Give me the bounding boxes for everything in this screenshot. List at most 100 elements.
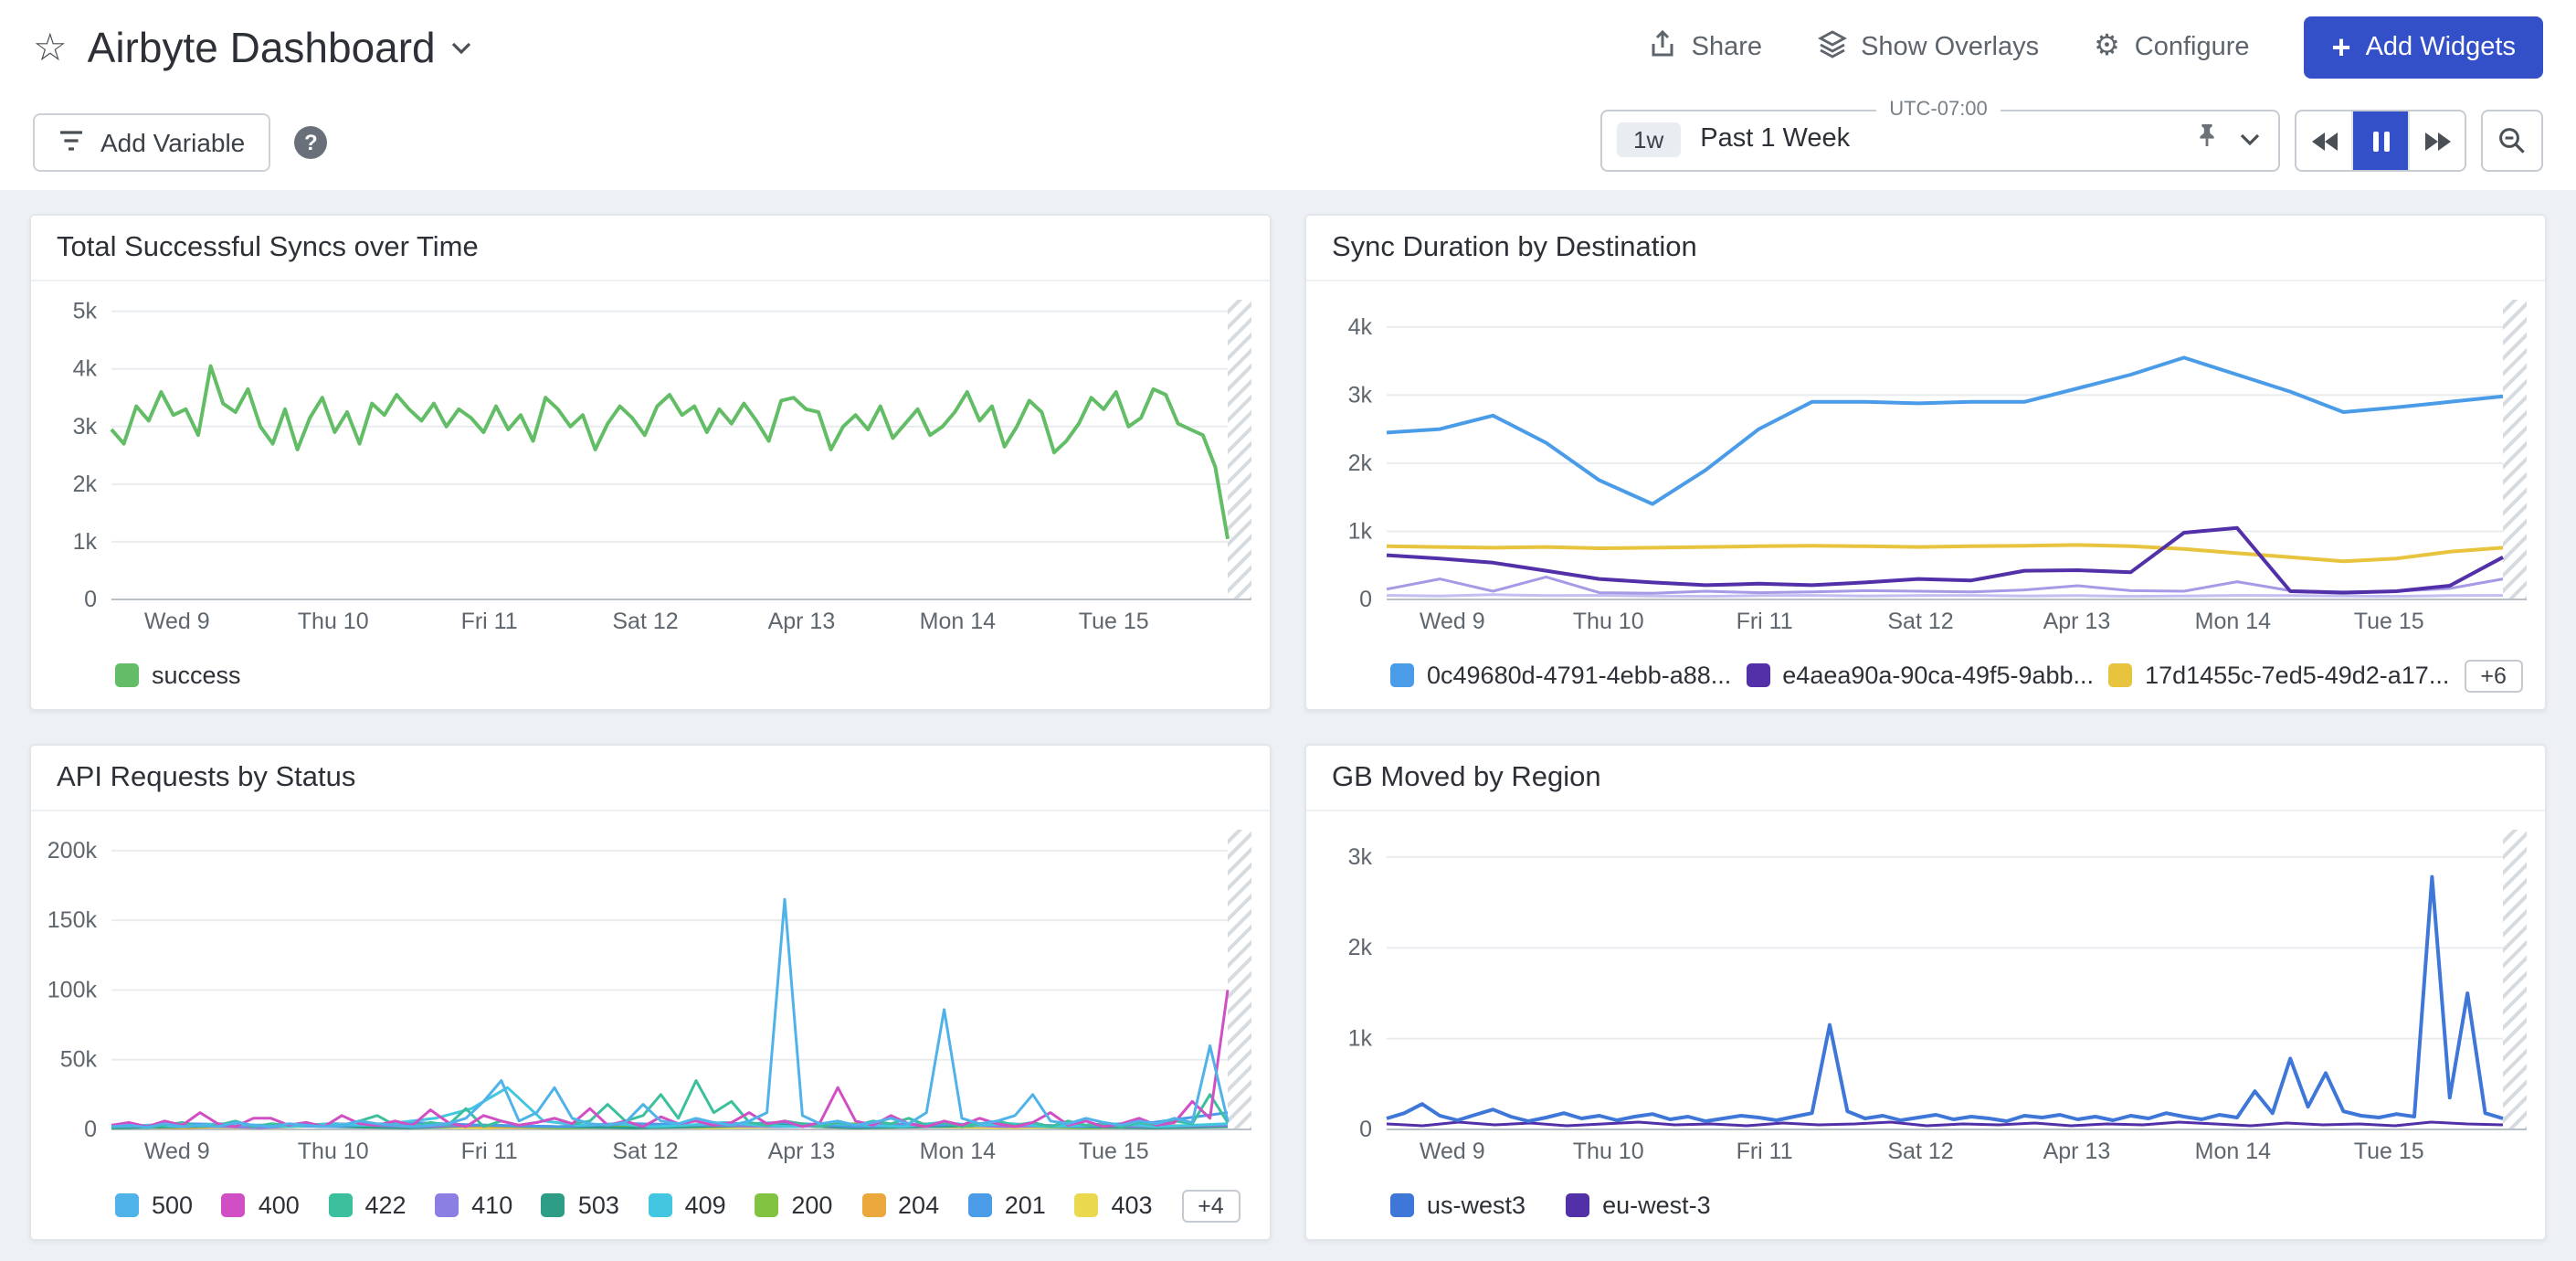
legend-swatch [1390,663,1414,687]
svg-text:Fri 11: Fri 11 [461,1139,518,1164]
header-actions: Share Show Overlays ⚙ Configure + Add Wi… [1648,16,2543,79]
show-overlays-label: Show Overlays [1861,33,2039,62]
legend-label: 400 [259,1192,300,1219]
legend-item[interactable]: 503 [542,1192,619,1219]
svg-text:3k: 3k [73,414,98,440]
legend-label: 409 [685,1192,726,1219]
legend-item[interactable]: 410 [435,1192,512,1219]
time-forward-button[interactable] [2408,111,2465,170]
pause-button[interactable] [2351,111,2408,170]
time-range-picker[interactable]: UTC-07:00 1w Past 1 Week [1600,99,2280,172]
svg-text:Mon 14: Mon 14 [2195,1139,2271,1164]
legend-swatch [115,663,139,687]
line-chart-api-requests[interactable]: 050k100k150k200kWed 9Thu 10Fri 11Sat 12A… [31,811,1270,1179]
add-variable-button[interactable]: Add Variable [33,113,270,172]
legend-swatch [1746,663,1769,687]
favorite-star-icon[interactable]: ☆ [33,28,68,67]
line-chart-gb-moved[interactable]: 01k2k3kWed 9Thu 10Fri 11Sat 12Apr 13Mon … [1306,811,2545,1179]
svg-text:Thu 10: Thu 10 [298,1139,369,1164]
svg-text:Apr 13: Apr 13 [2043,609,2111,634]
legend-item[interactable]: 500 [115,1192,193,1219]
legend-swatch [435,1193,459,1217]
svg-text:Sat 12: Sat 12 [1887,609,1953,634]
title-chevron-down-icon[interactable] [452,41,472,54]
widget-total-successful-syncs: Total Successful Syncs over Time 01k2k3k… [29,214,1272,711]
legend-item[interactable]: 201 [968,1192,1046,1219]
page-title: Airbyte Dashboard [88,23,436,72]
legend-label: eu-west-3 [1602,1192,1711,1219]
time-range-row: 1w Past 1 Week [1617,121,2260,157]
legend-label: 422 [364,1192,406,1219]
svg-text:Apr 13: Apr 13 [768,609,836,634]
svg-text:Tue 15: Tue 15 [1079,1139,1149,1164]
range-dropdown-caret-icon[interactable] [2240,122,2260,155]
svg-text:3k: 3k [1348,844,1373,870]
svg-text:Wed 9: Wed 9 [144,609,210,634]
legend-item[interactable]: us-west3 [1390,1192,1526,1219]
svg-text:Thu 10: Thu 10 [298,609,369,634]
legend-item[interactable]: eu-west-3 [1566,1192,1711,1219]
legend-label: 200 [791,1192,832,1219]
range-shortcut-chip[interactable]: 1w [1617,122,1680,156]
svg-text:2k: 2k [73,472,98,497]
range-label: Past 1 Week [1700,124,1850,154]
legend-item[interactable]: 204 [861,1192,939,1219]
pin-icon[interactable] [2194,122,2220,156]
legend-swatch [1390,1193,1414,1217]
zoom-out-button[interactable] [2481,110,2543,172]
legend-label: 410 [471,1192,512,1219]
widget-gb-moved: GB Moved by Region 01k2k3kWed 9Thu 10Fri… [1304,744,2547,1241]
share-label: Share [1692,33,1762,62]
svg-text:200k: 200k [48,838,98,864]
svg-text:Tue 15: Tue 15 [2354,1139,2424,1164]
legend-item[interactable]: 422 [328,1192,406,1219]
configure-button[interactable]: ⚙ Configure [2094,33,2249,62]
svg-text:Wed 9: Wed 9 [144,1139,210,1164]
svg-text:1k: 1k [1348,518,1373,544]
toolbar-left: Add Variable ? [33,113,327,172]
line-chart-sync-duration[interactable]: 01k2k3k4kWed 9Thu 10Fri 11Sat 12Apr 13Mo… [1306,281,2545,649]
svg-text:Sat 12: Sat 12 [612,1139,678,1164]
svg-text:3k: 3k [1348,382,1373,408]
legend-item[interactable]: 403 [1074,1192,1152,1219]
legend-label: us-west3 [1427,1192,1526,1219]
svg-text:Tue 15: Tue 15 [2354,609,2424,634]
line-chart-total-syncs[interactable]: 01k2k3k4k5kWed 9Thu 10Fri 11Sat 12Apr 13… [31,281,1270,649]
svg-text:Wed 9: Wed 9 [1420,1139,1485,1164]
legend-item[interactable]: 17d1455c-7ed5-49d2-a17... [2108,662,2449,689]
widget-grid: Total Successful Syncs over Time 0 1k 2k 3k… [0,190,2576,1261]
svg-text:4k: 4k [1348,314,1373,340]
widget-sync-duration: Sync Duration by Destination 01k2k3k4kWe… [1304,214,2547,711]
legend-label: 503 [578,1192,619,1219]
legend-more-badge[interactable]: +6 [2464,659,2523,692]
header-title-row: ☆ Airbyte Dashboard Share Show Overlays [33,0,2543,95]
legend-more-badge[interactable]: +4 [1181,1189,1240,1222]
legend-swatch [968,1193,992,1217]
time-shift-controls [2295,110,2466,172]
show-overlays-button[interactable]: Show Overlays [1817,29,2039,66]
legend-item[interactable]: 400 [222,1192,300,1219]
legend-label: 201 [1005,1192,1046,1219]
time-backward-button[interactable] [2296,111,2351,170]
svg-text:0: 0 [84,1117,97,1142]
legend-swatch [115,1193,139,1217]
dashboard-page: ☆ Airbyte Dashboard Share Show Overlays [0,0,2576,1261]
svg-text:Wed 9: Wed 9 [1420,609,1485,634]
help-icon[interactable]: ? [294,126,327,159]
share-icon [1648,29,1677,66]
legend-item[interactable]: success [115,662,241,689]
add-widgets-button[interactable]: + Add Widgets [2305,16,2543,79]
legend-label: 0c49680d-4791-4ebb-a88... [1427,662,1731,689]
legend-item[interactable]: 0c49680d-4791-4ebb-a88... [1390,662,1731,689]
legend-swatch [649,1193,672,1217]
legend-label: 17d1455c-7ed5-49d2-a17... [2145,662,2449,689]
share-button[interactable]: Share [1648,29,1762,66]
svg-text:0: 0 [1359,1117,1372,1142]
legend-item[interactable]: e4aea90a-90ca-49f5-9abb... [1746,662,2094,689]
legend-item[interactable]: 409 [649,1192,726,1219]
legend-label: success [152,662,241,689]
svg-text:Sat 12: Sat 12 [612,609,678,634]
legend-item[interactable]: 200 [755,1192,832,1219]
widget-title: Total Successful Syncs over Time [31,216,1270,281]
legend-label: 500 [152,1192,193,1219]
